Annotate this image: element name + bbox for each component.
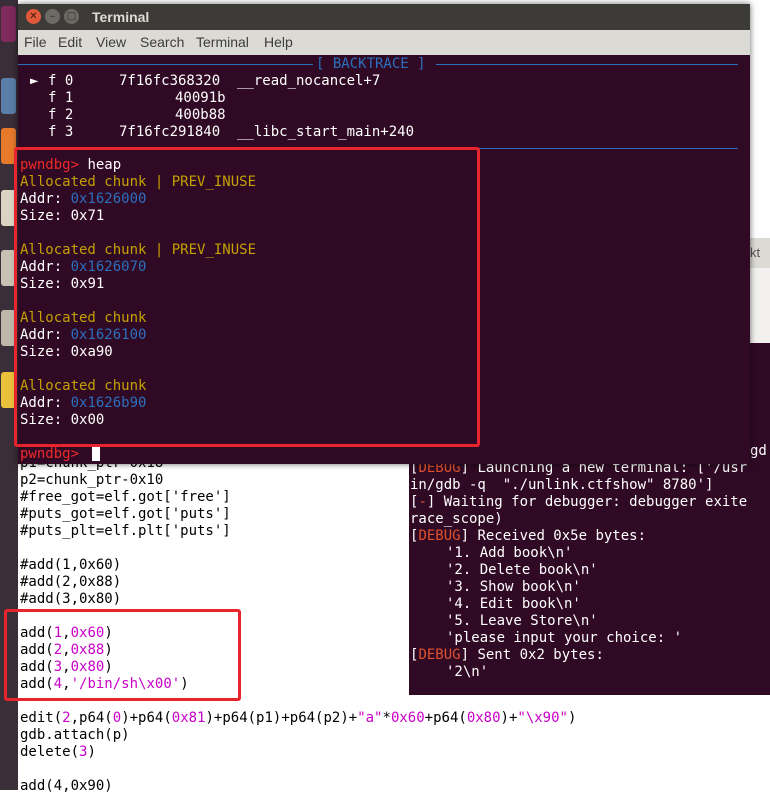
code-line: gdb.attach(p) xyxy=(20,727,130,743)
terminal-line: '2. Delete book\n' xyxy=(446,562,598,578)
code-line: add(4,0x90) xyxy=(20,778,113,794)
minimize-icon[interactable]: – xyxy=(45,9,60,24)
terminal-window[interactable]: ✕ – □ Terminal File Edit View Search Ter… xyxy=(14,4,750,464)
terminal-line: [DEBUG] Sent 0x2 bytes: xyxy=(410,647,604,663)
menu-edit[interactable]: Edit xyxy=(58,34,82,50)
terminal-line: '4. Edit book\n' xyxy=(446,596,581,612)
code-line: #add(1,0x60) xyxy=(20,557,122,573)
menu-view[interactable]: View xyxy=(96,34,126,50)
background-tab[interactable]: kt xyxy=(748,238,770,268)
text-cursor xyxy=(92,446,100,461)
code-line: delete(3) xyxy=(20,744,96,760)
code-line: edit(2,p64(0)+p64(0x81)+p64(p1)+p64(p2)+… xyxy=(20,710,577,726)
background-window-strip xyxy=(748,268,770,343)
terminal-line: '2\n' xyxy=(446,664,489,680)
terminal-line: '1. Add book\n' xyxy=(446,545,573,561)
maximize-icon[interactable]: □ xyxy=(64,9,79,24)
code-line: #add(3,0x80) xyxy=(20,591,122,607)
menu-bar: File Edit View Search Terminal Help xyxy=(18,30,750,55)
highlight-box-heap-output xyxy=(14,147,480,447)
menu-search[interactable]: Search xyxy=(140,34,184,50)
highlight-box-add-calls xyxy=(4,609,241,701)
terminal-line: '3. Show book\n' xyxy=(446,579,581,595)
terminal-line: '5. Leave Store\n' xyxy=(446,613,598,629)
window-title: Terminal xyxy=(92,9,150,25)
dash-icon[interactable] xyxy=(1,6,16,42)
title-bar[interactable]: ✕ – □ Terminal xyxy=(18,4,750,30)
menu-help[interactable]: Help xyxy=(264,34,293,50)
backtrace-header: [ BACKTRACE ] xyxy=(18,56,750,73)
menu-terminal[interactable]: Terminal xyxy=(196,34,249,50)
prompt-line: pwndbg> xyxy=(20,446,80,462)
menu-file[interactable]: File xyxy=(24,34,47,50)
files-icon[interactable] xyxy=(1,78,16,114)
terminal-line: 'please input your choice: ' xyxy=(446,630,683,646)
code-line: #add(2,0x88) xyxy=(20,574,122,590)
close-icon[interactable]: ✕ xyxy=(26,9,41,24)
terminal-line: gd xyxy=(750,443,767,459)
